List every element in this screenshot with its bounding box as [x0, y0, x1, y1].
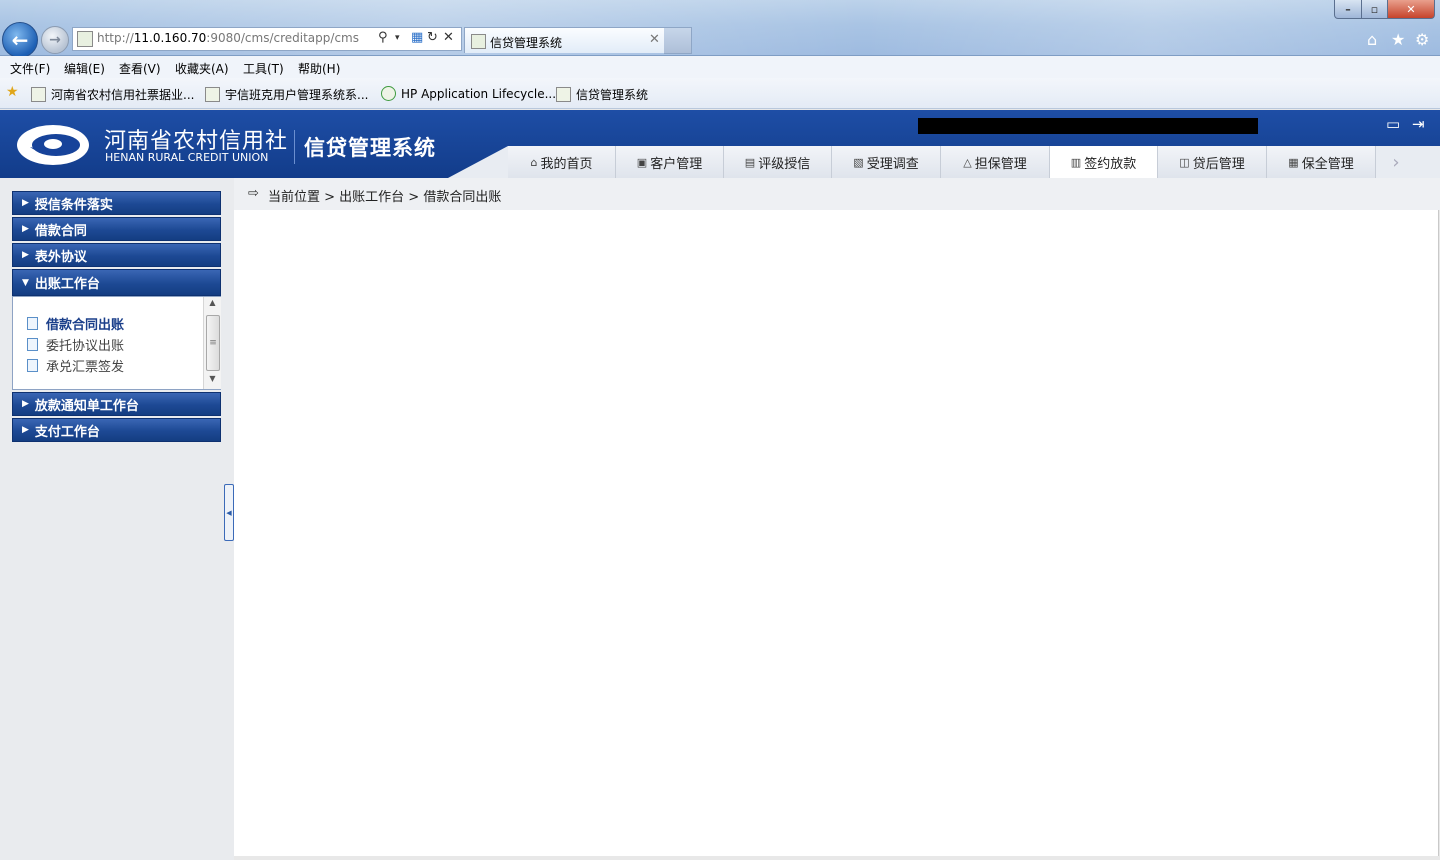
document-icon [27, 338, 38, 351]
contract-icon: ▥ [1070, 155, 1082, 169]
home-icon: ⌂ [530, 155, 538, 169]
forward-button[interactable]: → [41, 26, 69, 54]
address-url[interactable]: http://11.0.160.70:9080/cms/creditapp/cm… [97, 31, 359, 47]
sidebar-collapse-button[interactable]: ◀ [224, 484, 234, 541]
submenu-scrollbar[interactable]: ▲ ≡ ▼ [203, 297, 221, 389]
document-icon [27, 359, 38, 372]
scroll-up-icon[interactable]: ▲ [204, 298, 221, 312]
menu-edit[interactable]: 编辑(E) [64, 60, 105, 77]
main-content-area [234, 210, 1439, 856]
desktop-icon[interactable]: ▭ [1386, 115, 1400, 133]
tab-title: 信贷管理系统 [490, 36, 563, 50]
redacted-user-info [918, 118, 1258, 134]
sidebar-group-off-balance[interactable]: ▶ 表外协议 [12, 243, 221, 267]
logout-icon[interactable]: ⇥ [1412, 115, 1425, 133]
sidebar-item-loan-contract-disbursement[interactable]: 借款合同出账 [27, 314, 124, 333]
guarantee-icon: △ [963, 155, 972, 169]
tab-favicon [471, 34, 486, 49]
caret-right-icon: ▶ [22, 250, 29, 260]
arrow-right-icon: → [49, 32, 61, 48]
settings-gear-icon[interactable]: ⚙ [1415, 30, 1429, 49]
favorite-link-user-mgmt[interactable]: 宇信班克用户管理系统系... [205, 86, 368, 103]
refresh-icon[interactable]: ↻ [427, 30, 438, 45]
scroll-thumb[interactable]: ≡ [206, 315, 220, 371]
sidebar-submenu-panel: 借款合同出账 委托协议出账 承兑汇票签发 ▲ ≡ ▼ [12, 296, 221, 390]
credit-union-logo-icon [17, 125, 89, 165]
page-icon [556, 87, 571, 102]
sidebar-group-credit-conditions[interactable]: ▶ 授信条件落实 [12, 191, 221, 215]
system-name: 信贷管理系统 [304, 136, 436, 160]
breadcrumb-bar: ⇨ 当前位置 > 出账工作台 > 借款合同出账 [234, 178, 1440, 210]
favorites-bar: ★ 河南省农村信用社票据业... 宇信班克用户管理系统系... HP Appli… [0, 78, 1440, 109]
nav-tab-home[interactable]: ⌂ 我的首页 [508, 146, 616, 178]
home-icon[interactable]: ⌂ [1367, 30, 1377, 49]
nav-tab-customer[interactable]: ▣ 客户管理 [616, 146, 724, 178]
ie-page-icon [31, 87, 46, 102]
sidebar-item-acceptance-bill[interactable]: 承兑汇票签发 [27, 356, 124, 375]
refresh-page-icon [381, 86, 396, 101]
menu-file[interactable]: 文件(F) [10, 60, 50, 77]
nav-tab-survey[interactable]: ▧ 受理调查 [832, 146, 941, 178]
main-nav: ⌂ 我的首页 ▣ 客户管理 ▤ 评级授信 ▧ 受理调查 △ 担保管理 ▥ 签约放款 ◫ 贷后管… [508, 146, 1440, 178]
window-minimize-button[interactable]: – [1334, 0, 1362, 19]
caret-down-icon: ▼ [22, 277, 29, 288]
window-maximize-button[interactable]: ▫ [1361, 0, 1388, 19]
menu-favorites[interactable]: 收藏夹(A) [175, 60, 229, 77]
postloan-icon: ◫ [1179, 155, 1190, 169]
back-button[interactable]: ← [2, 22, 38, 58]
favorites-star-icon[interactable]: ★ [6, 84, 19, 100]
address-bar[interactable]: http://11.0.160.70:9080/cms/creditapp/cm… [72, 27, 462, 51]
org-name-en: HENAN RURAL CREDIT UNION [105, 151, 269, 164]
compat-view-icon[interactable]: ▦ [411, 30, 423, 45]
survey-icon: ▧ [853, 155, 864, 169]
sidebar-group-payment[interactable]: ▶ 支付工作台 [12, 418, 221, 442]
menu-view[interactable]: 查看(V) [119, 60, 161, 77]
caret-right-icon: ▶ [22, 425, 29, 435]
tab-close-icon[interactable]: ✕ [649, 32, 660, 47]
search-icon[interactable]: ⚲ [378, 30, 388, 45]
nav-scroll-right-button[interactable]: › [1376, 146, 1416, 178]
breadcrumb: 当前位置 > 出账工作台 > 借款合同出账 [268, 190, 502, 205]
caret-right-icon: ▶ [22, 198, 29, 208]
favorite-link-hp-alm[interactable]: HP Application Lifecycle... [381, 86, 556, 101]
preservation-icon: ▦ [1288, 155, 1299, 169]
customer-icon: ▣ [636, 155, 648, 169]
sidebar-group-disbursement[interactable]: ▼ 出账工作台 [12, 269, 221, 296]
caret-right-icon: ▶ [22, 399, 29, 409]
document-icon [27, 317, 38, 330]
page-icon [205, 87, 220, 102]
nav-tab-postloan[interactable]: ◫ 贷后管理 [1158, 146, 1267, 178]
favorite-link-credit-system[interactable]: 信贷管理系统 [556, 86, 648, 103]
sidebar-item-entrusted-disbursement[interactable]: 委托协议出账 [27, 335, 124, 354]
new-tab-button[interactable] [664, 27, 692, 54]
window-close-button[interactable]: ✕ [1387, 0, 1435, 19]
nav-tab-guarantee[interactable]: △ 担保管理 [941, 146, 1050, 178]
rating-icon: ▤ [744, 155, 756, 169]
nav-tab-contract[interactable]: ▥ 签约放款 [1050, 146, 1158, 178]
arrow-left-icon: ← [11, 28, 29, 52]
nav-tab-rating[interactable]: ▤ 评级授信 [724, 146, 832, 178]
collapse-left-icon: ◀ [226, 508, 232, 517]
scroll-down-icon[interactable]: ▼ [204, 374, 221, 388]
stop-icon[interactable]: ✕ [443, 30, 454, 45]
header-divider [294, 130, 295, 164]
chevron-right-icon: › [1392, 151, 1400, 173]
sidebar-group-loan-notice[interactable]: ▶ 放款通知单工作台 [12, 392, 221, 416]
page-favicon [77, 31, 93, 47]
menu-help[interactable]: 帮助(H) [298, 60, 340, 77]
address-host: 11.0.160.70 [133, 31, 207, 45]
caret-right-icon: ▶ [22, 224, 29, 234]
nav-tab-preservation[interactable]: ▦ 保全管理 [1267, 146, 1376, 178]
menu-bar: 文件(F) 编辑(E) 查看(V) 收藏夹(A) 工具(T) 帮助(H) [0, 56, 1440, 78]
dropdown-icon[interactable]: ▾ [395, 33, 400, 43]
favorites-star-icon[interactable]: ★ [1391, 30, 1405, 49]
favorite-link-bill[interactable]: 河南省农村信用社票据业... [31, 86, 194, 103]
menu-tools[interactable]: 工具(T) [243, 60, 284, 77]
sidebar-group-loan-contract[interactable]: ▶ 借款合同 [12, 217, 221, 241]
location-icon: ⇨ [248, 186, 259, 201]
browser-tab[interactable]: 信贷管理系统 ✕ [464, 27, 666, 53]
